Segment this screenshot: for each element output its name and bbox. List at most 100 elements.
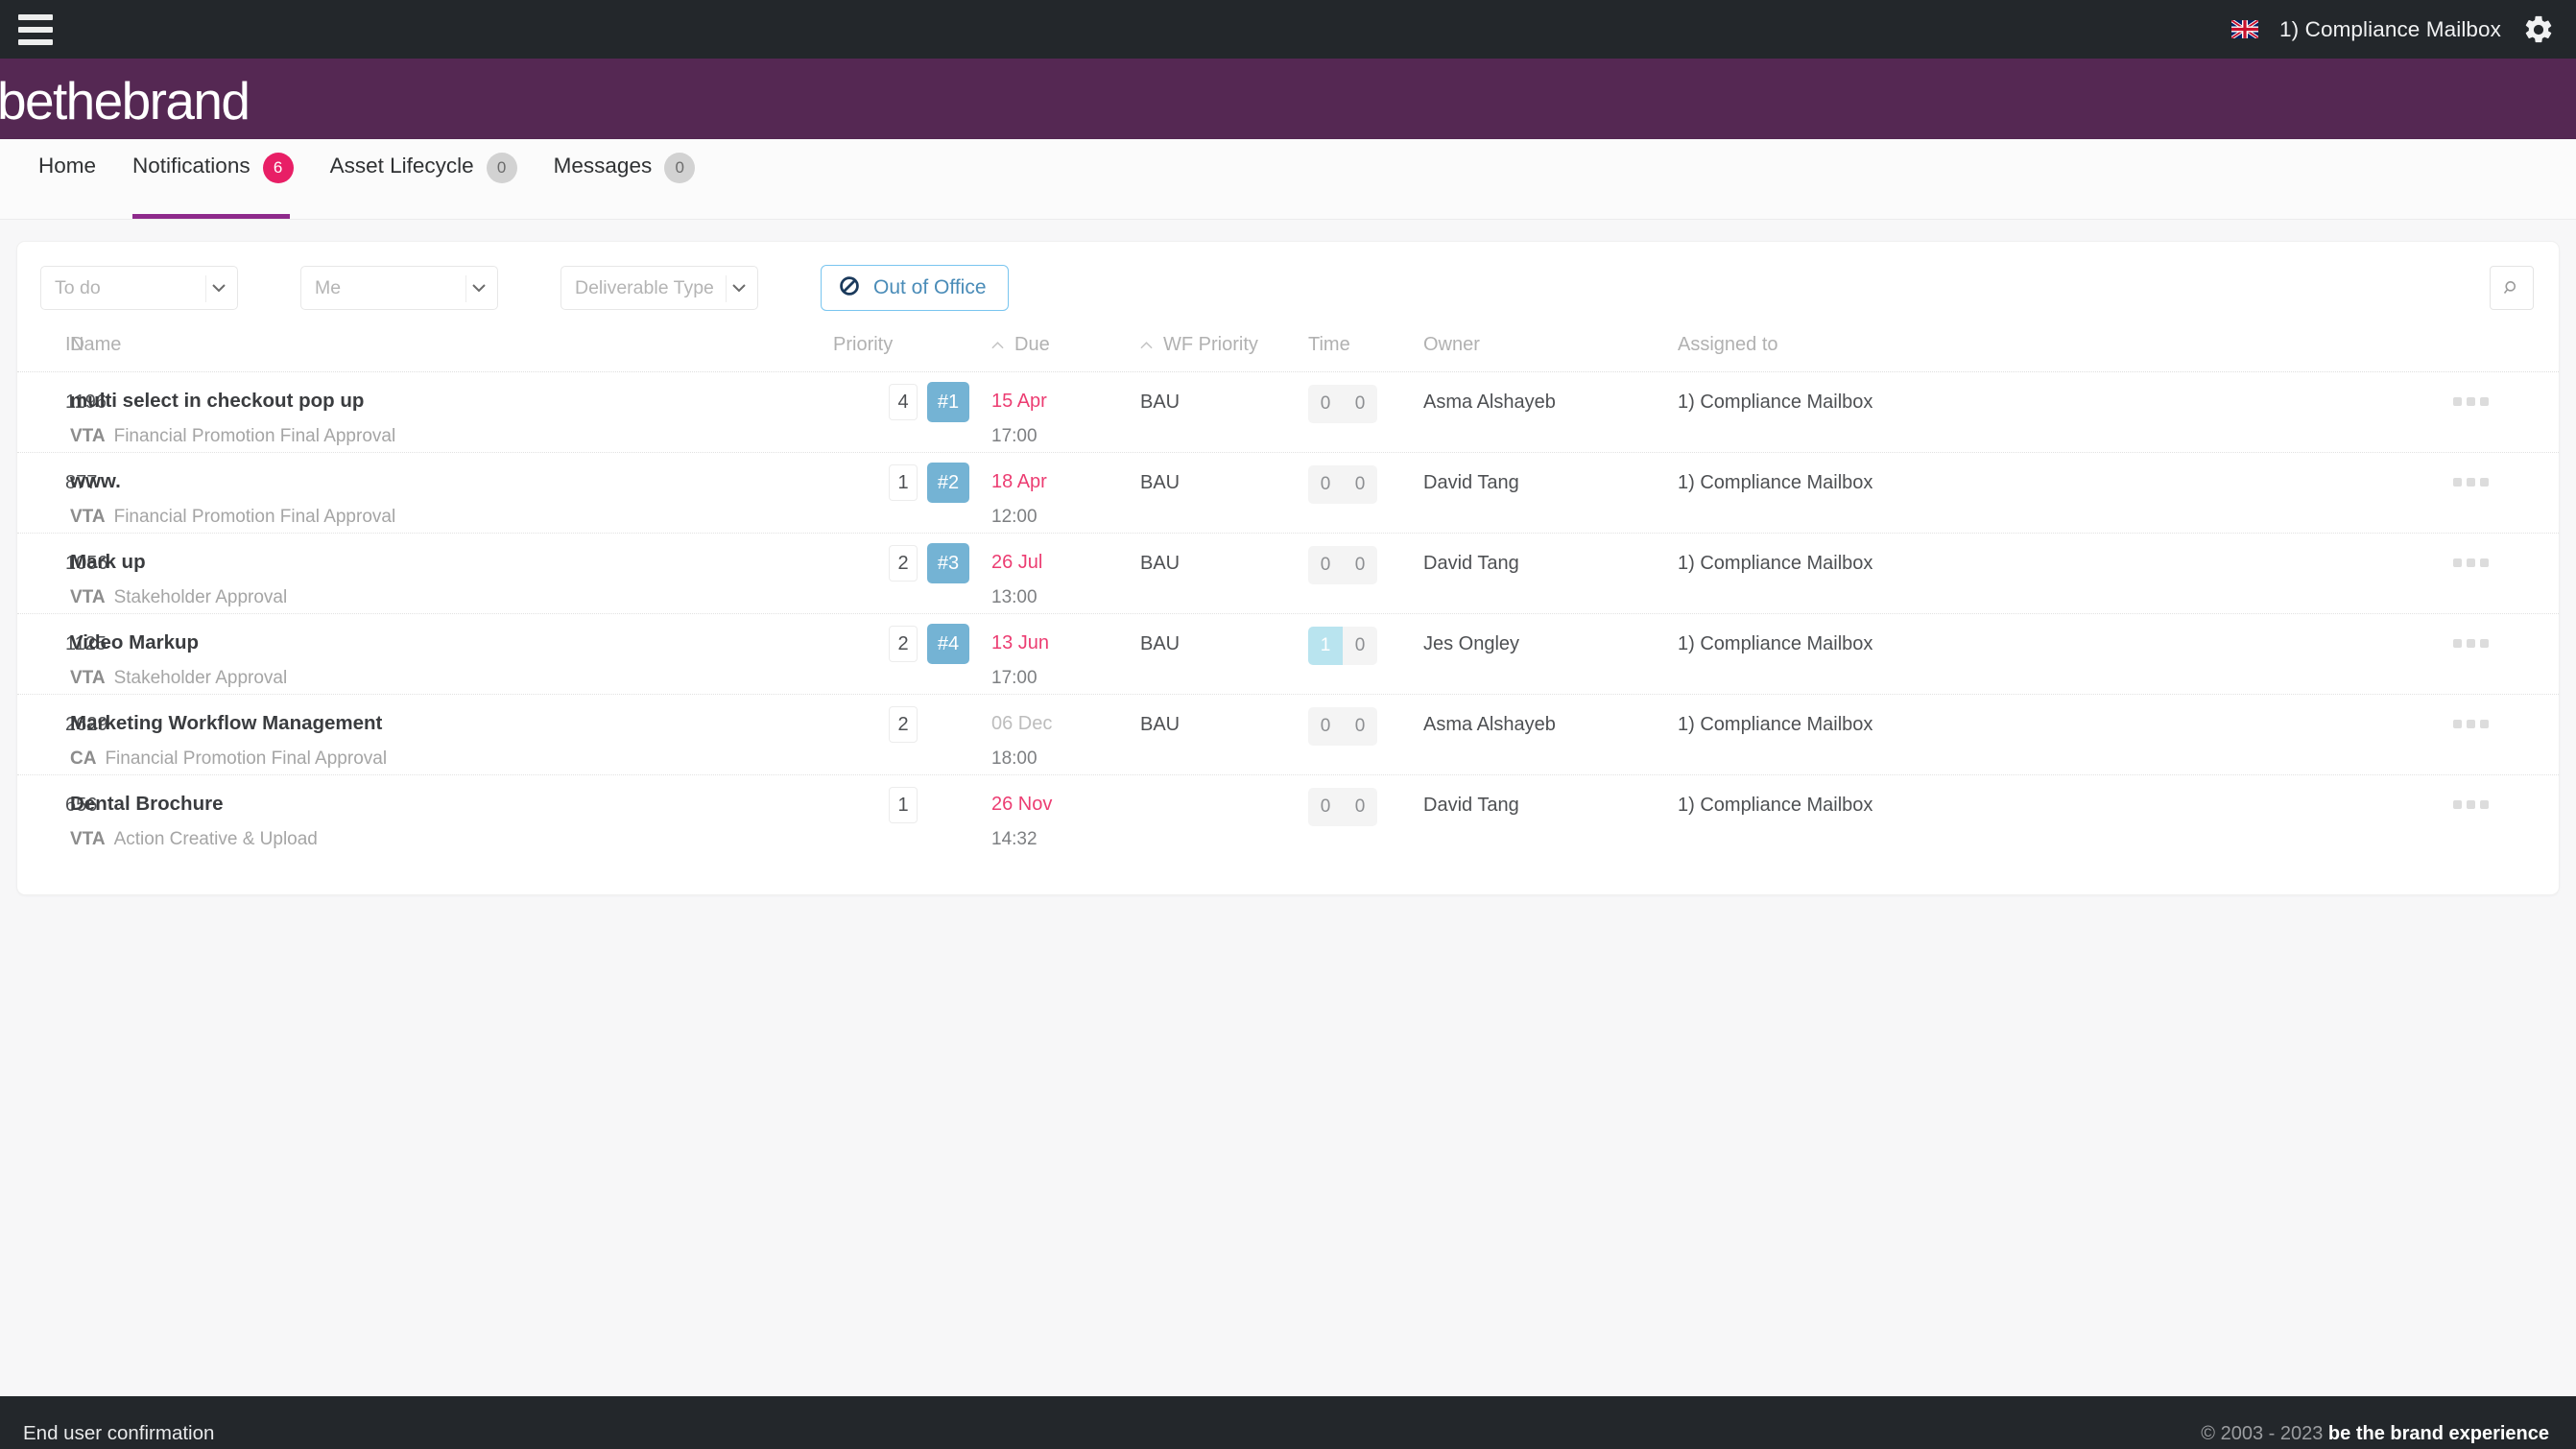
cell-time: 00	[1308, 788, 1423, 833]
due-date: 15 Apr	[991, 391, 1047, 412]
main-content-area: To do Me Deliverable Type Out of Office …	[0, 220, 2576, 1396]
cell-name[interactable]: Dental Brochure VTA Action Creative & Uplo…	[70, 794, 833, 849]
end-user-confirmation-link[interactable]: End user confirmation	[23, 1422, 214, 1445]
cell-id: 2629	[65, 714, 108, 735]
cell-id: 1056	[65, 553, 108, 574]
table-row[interactable]: 1125 Video Markup VTA Stakeholder Approval 2…	[17, 614, 2559, 695]
due-time: 18:00	[991, 748, 1038, 769]
time-value-a[interactable]: 0	[1308, 465, 1343, 504]
time-value-a[interactable]: 0	[1308, 385, 1343, 423]
priority-rank-badge: #4	[927, 624, 969, 664]
time-value-a[interactable]: 1	[1308, 627, 1343, 665]
column-header-priority[interactable]: Priority	[833, 334, 991, 356]
current-user-label: 1) Compliance Mailbox	[2279, 16, 2501, 41]
due-date: 26 Jul	[991, 552, 1043, 573]
row-step-name: Action Creative & Upload	[113, 828, 318, 849]
column-header-assigned-to[interactable]: Assigned to	[1678, 334, 2453, 356]
table-row[interactable]: 2629 Marketing Workflow Management CA Finan…	[17, 695, 2559, 775]
cell-name[interactable]: Marketing Workflow Management CA Financial…	[70, 713, 833, 769]
cell-priority: 1	[833, 787, 991, 835]
filter-toolbar: To do Me Deliverable Type Out of Office	[17, 242, 2559, 328]
more-options-icon[interactable]	[2453, 720, 2489, 728]
tab-notifications[interactable]: Notifications 6	[117, 139, 315, 219]
time-value-b[interactable]: 0	[1343, 546, 1377, 584]
priority-rank-badge: #2	[927, 463, 969, 503]
tab-home[interactable]: Home	[23, 139, 117, 219]
cell-name[interactable]: multi select in checkout pop up VTA Financ…	[70, 391, 833, 446]
assignee-filter-select[interactable]: Me	[300, 266, 498, 310]
more-options-icon[interactable]	[2453, 478, 2489, 487]
out-of-office-button[interactable]: Out of Office	[821, 265, 1009, 311]
tab-label: Asset Lifecycle	[329, 154, 474, 178]
time-stepper[interactable]: 00	[1308, 465, 1377, 504]
row-title: Mark up	[70, 551, 146, 573]
time-value-b[interactable]: 0	[1343, 465, 1377, 504]
time-stepper[interactable]: 00	[1308, 707, 1377, 746]
footer-brand-name: be the brand experience	[2327, 1422, 2549, 1444]
more-options-icon[interactable]	[2453, 639, 2489, 648]
time-value-b[interactable]: 0	[1343, 788, 1377, 826]
notifications-table: ID Name Priority Due WF Priority Time Ow…	[17, 328, 2559, 856]
search-icon	[2503, 281, 2516, 294]
cell-time: 00	[1308, 385, 1423, 430]
cell-owner: Jes Ongley	[1423, 633, 1520, 654]
time-value-b[interactable]: 0	[1343, 707, 1377, 746]
time-value-b[interactable]: 0	[1343, 627, 1377, 665]
row-type-code: CA	[70, 748, 97, 769]
search-button[interactable]	[2490, 266, 2534, 310]
row-step-name: Financial Promotion Final Approval	[113, 425, 396, 446]
tab-badge-messages: 0	[664, 153, 696, 183]
status-filter-select[interactable]: To do	[40, 266, 238, 310]
time-value-a[interactable]: 0	[1308, 546, 1343, 584]
cell-assigned-to: 1) Compliance Mailbox	[1678, 392, 1873, 413]
column-header-owner[interactable]: Owner	[1423, 334, 1678, 356]
cell-name[interactable]: Mark up VTA Stakeholder Approval	[70, 551, 833, 606]
time-stepper[interactable]: 00	[1308, 385, 1377, 423]
more-options-icon[interactable]	[2453, 558, 2489, 567]
column-header-due[interactable]: Due	[991, 334, 1140, 356]
hamburger-menu-icon[interactable]	[13, 10, 54, 50]
gear-icon[interactable]	[2522, 13, 2555, 46]
column-header-name[interactable]: Name	[70, 334, 833, 356]
column-header-wf-priority[interactable]: WF Priority	[1140, 334, 1308, 356]
more-options-icon[interactable]	[2453, 800, 2489, 809]
row-type-code: VTA	[70, 425, 106, 446]
cell-actions	[2453, 795, 2559, 812]
time-value-b[interactable]: 0	[1343, 385, 1377, 423]
tab-messages[interactable]: Messages 0	[538, 139, 717, 219]
cell-name[interactable]: Video Markup VTA Stakeholder Approval	[70, 632, 833, 686]
cell-due: 13 Jun 17:00	[991, 633, 1140, 687]
time-stepper[interactable]: 00	[1308, 788, 1377, 826]
active-tab-underline	[132, 214, 290, 219]
cell-wf-priority: BAU	[1140, 553, 1181, 574]
main-tab-bar: Home Notifications 6 Asset Lifecycle 0 M…	[0, 139, 2576, 220]
priority-count-badge: 1	[889, 464, 918, 501]
time-stepper[interactable]: 00	[1308, 546, 1377, 584]
time-value-a[interactable]: 0	[1308, 707, 1343, 746]
table-row[interactable]: 1196 multi select in checkout pop up VTA Fi…	[17, 372, 2559, 453]
tab-badge-asset-lifecycle: 0	[486, 153, 517, 183]
more-options-icon[interactable]	[2453, 397, 2489, 406]
table-row[interactable]: 877 www. VTA Financial Promotion Final Appr…	[17, 453, 2559, 534]
column-header-id[interactable]: ID	[17, 334, 84, 356]
column-header-time[interactable]: Time	[1308, 334, 1423, 356]
cell-name[interactable]: www. VTA Financial Promotion Final Approva…	[70, 471, 833, 527]
page-footer: End user confirmation © 2003 - 2023 be t…	[0, 1396, 2576, 1449]
cell-priority: 2 #3	[833, 543, 991, 593]
cell-owner: Asma Alshayeb	[1423, 392, 1556, 413]
row-type-code: VTA	[70, 506, 106, 527]
table-row[interactable]: 656 Dental Brochure VTA Action Creative & U…	[17, 775, 2559, 856]
time-value-a[interactable]: 0	[1308, 788, 1343, 826]
time-stepper[interactable]: 10	[1308, 627, 1377, 665]
due-time: 17:00	[991, 426, 1038, 446]
deliverable-type-filter-select[interactable]: Deliverable Type	[561, 266, 758, 310]
cell-assigned-to: 1) Compliance Mailbox	[1678, 633, 1873, 654]
due-time: 13:00	[991, 587, 1038, 607]
assignee-filter-value: Me	[315, 276, 342, 298]
uk-flag-icon[interactable]	[2231, 20, 2259, 38]
tab-asset-lifecycle[interactable]: Asset Lifecycle 0	[315, 139, 538, 219]
tab-label: Messages	[553, 154, 653, 178]
hamburger-line	[18, 13, 53, 20]
table-row[interactable]: 1056 Mark up VTA Stakeholder Approval 2 #3 26 …	[17, 534, 2559, 614]
cell-wf-priority: BAU	[1140, 472, 1181, 493]
